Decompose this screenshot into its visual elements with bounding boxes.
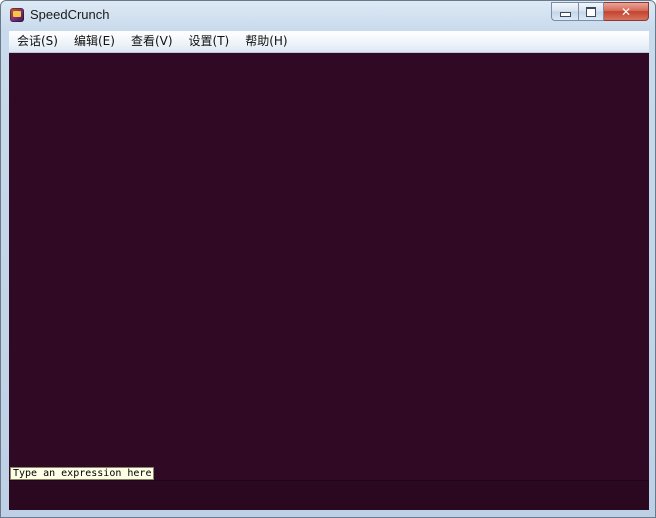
minimize-button[interactable]: [551, 2, 578, 21]
expression-input[interactable]: [9, 480, 649, 510]
close-icon: ✕: [620, 4, 632, 19]
title-bar[interactable]: SpeedCrunch ✕: [1, 1, 655, 30]
menu-help[interactable]: 帮助(H): [237, 31, 295, 52]
menu-session[interactable]: 会话(S): [9, 31, 66, 52]
menu-edit[interactable]: 编辑(E): [66, 31, 123, 52]
minimize-icon: [559, 11, 571, 17]
window-title: SpeedCrunch: [30, 7, 110, 22]
menu-view[interactable]: 查看(V): [123, 31, 181, 52]
result-display[interactable]: [9, 53, 649, 466]
maximize-button[interactable]: [578, 2, 604, 21]
calculator-content: Type an expression here: [9, 53, 649, 510]
app-window: SpeedCrunch ✕ 会话(S) 编辑(E) 查看(V) 设置(T) 帮助…: [0, 0, 656, 518]
caption-buttons: ✕: [551, 2, 649, 21]
speedcrunch-app-icon[interactable]: [10, 8, 24, 22]
expression-hint: Type an expression here: [10, 467, 155, 480]
close-button[interactable]: ✕: [604, 2, 649, 21]
menu-settings[interactable]: 设置(T): [181, 31, 238, 52]
maximize-icon: [586, 6, 596, 17]
menu-bar: 会话(S) 编辑(E) 查看(V) 设置(T) 帮助(H): [9, 31, 649, 53]
